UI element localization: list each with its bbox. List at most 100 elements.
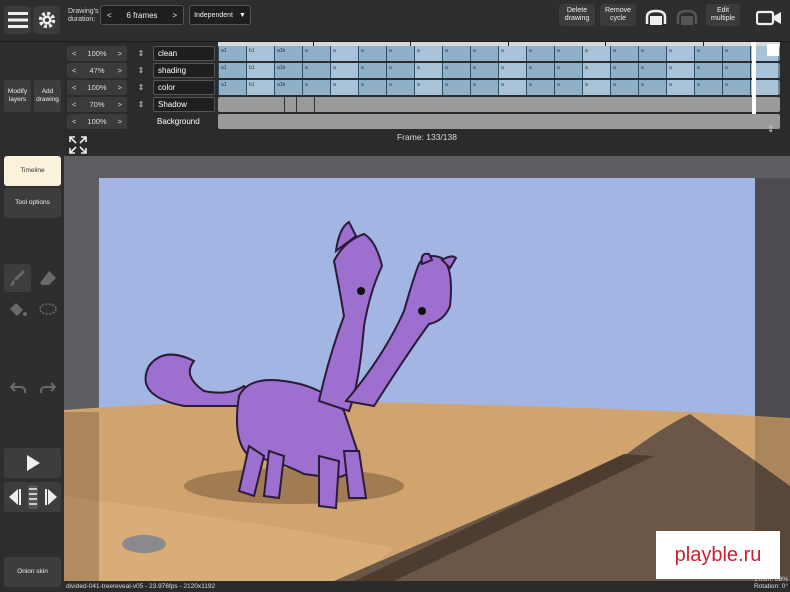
lasso-icon[interactable] [34,296,61,324]
paint-bucket-icon[interactable] [4,296,31,324]
duration-prev-button[interactable]: < [107,11,112,20]
timeline-cell[interactable]: a [582,63,610,78]
timeline-cell[interactable]: b1 [246,46,274,61]
opacity-inc-button[interactable]: > [118,49,122,58]
layer-track[interactable] [218,114,780,129]
timeline-cell[interactable]: a [470,63,498,78]
timeline-cell[interactable]: a [554,63,582,78]
timeline-cell[interactable]: a [414,80,442,95]
opacity-stepper[interactable]: <70% > [67,97,127,112]
timeline-cell[interactable]: a1 [218,63,246,78]
brush-icon[interactable] [4,264,31,292]
layer-row-shadow[interactable]: <70% > ⇕ Shadow [64,97,790,113]
onion-skin-button[interactable]: Onion skin [4,557,61,587]
timeline-cell[interactable]: a [386,63,414,78]
timeline-cell[interactable]: a [554,46,582,61]
timeline-cell[interactable]: a [582,46,610,61]
timeline-cell[interactable]: a [666,63,694,78]
layer-row-color[interactable]: <100%> ⇕ color a1b1a1baaaaaaaaaaaaaaaaa [64,80,790,96]
timeline-cell[interactable]: a [302,80,330,95]
timeline-cell[interactable]: a [610,46,638,61]
timeline-cell[interactable]: a [358,63,386,78]
timeline-cell[interactable]: b1 [246,63,274,78]
opacity-dec-button[interactable]: < [72,117,76,126]
timeline-cell[interactable]: a1b [274,46,302,61]
timeline-cell[interactable]: a [526,63,554,78]
timeline-cell[interactable]: a [610,63,638,78]
timeline-cell[interactable]: a [722,46,750,61]
timeline-cell[interactable]: a [638,80,666,95]
playhead[interactable] [752,42,756,114]
opacity-inc-button[interactable]: > [118,117,122,126]
onion-toggle-icon[interactable] [642,4,669,32]
timeline-cell[interactable]: a [526,46,554,61]
timeline-cell[interactable]: a [442,80,470,95]
layer-track[interactable]: a1b1a1baaaaaaaaaaaaaaaaa [218,63,780,78]
timeline-button[interactable]: Timeline [4,156,61,186]
redo-icon[interactable] [34,374,61,402]
timeline-cell[interactable]: a1b [274,80,302,95]
timeline-cell[interactable]: a [666,46,694,61]
timeline-cell[interactable]: a [330,63,358,78]
add-drawing-button[interactable]: Add drawing [34,80,61,112]
timeline-cell[interactable]: a [498,63,526,78]
timeline-cell[interactable]: a [694,63,722,78]
timeline-cell[interactable]: a [498,46,526,61]
duration-next-button[interactable]: > [172,11,177,20]
frame-scrubber[interactable] [4,482,61,512]
opacity-dec-button[interactable]: < [72,49,76,58]
timeline-cell[interactable]: a [330,46,358,61]
timeline-cell[interactable]: a [498,80,526,95]
modify-layers-button[interactable]: Modify layers [4,80,31,112]
timeline-cell[interactable]: a [414,63,442,78]
timeline-cell[interactable]: a [554,80,582,95]
edit-multiple-button[interactable]: Edit multiple [706,4,740,26]
layer-name[interactable]: Background [153,114,215,129]
timeline-cell[interactable]: a [470,46,498,61]
timeline-cell[interactable]: a1 [218,46,246,61]
timeline-cell[interactable]: a [386,46,414,61]
timeline-cell[interactable]: a1 [218,80,246,95]
timeline-cell[interactable]: a [666,80,694,95]
menu-icon[interactable] [4,6,31,34]
timeline-cell[interactable]: a [638,63,666,78]
remove-cycle-button[interactable]: Remove cycle [600,4,636,26]
timeline-cell[interactable]: a [330,80,358,95]
layer-reorder-icon[interactable]: ⇕ [134,97,148,112]
opacity-stepper[interactable]: <100% > [67,46,127,61]
layer-reorder-icon[interactable]: ⇕ [134,80,148,95]
timeline-cell[interactable]: a [694,80,722,95]
opacity-dec-button[interactable]: < [72,66,76,75]
timeline-cell[interactable]: a [722,63,750,78]
layer-track[interactable]: a1b1a1baaaaaaaaaaaaaaaaa [218,80,780,95]
timeline-cell[interactable]: a [442,46,470,61]
opacity-inc-button[interactable]: > [118,100,122,109]
duration-stepper[interactable]: < 6 frames > [100,5,184,25]
timeline-cell[interactable]: a [414,46,442,61]
eraser-icon[interactable] [34,264,61,292]
timeline-cell[interactable]: a [526,80,554,95]
layer-track[interactable] [218,97,780,112]
timeline-cell[interactable]: b1 [246,80,274,95]
timeline-cell[interactable]: a [470,80,498,95]
layer-row-shading[interactable]: <47%> ⇕ shading a1b1a1baaaaaaaaaaaaaaaaa [64,63,790,79]
timeline-cell[interactable]: a [610,80,638,95]
opacity-inc-button[interactable]: > [118,83,122,92]
layer-name[interactable]: clean [153,46,215,61]
opacity-dec-button[interactable]: < [72,100,76,109]
tool-options-button[interactable]: Tool options [4,188,61,218]
drawing-canvas[interactable] [64,156,790,581]
layer-track[interactable]: a1b1a1baaaaaaaaaaaaaaaaa [218,46,780,61]
timeline-cell[interactable]: a [386,80,414,95]
delete-drawing-button[interactable]: Delete drawing [559,4,595,26]
collapse-layers-icon[interactable]: ⇕ [767,124,775,135]
layer-reorder-icon[interactable]: ⇕ [134,46,148,61]
sync-mode-dropdown[interactable]: Independent ▼ [189,5,251,25]
timeline-cell[interactable]: a [694,46,722,61]
timeline-cell[interactable]: a [358,46,386,61]
layer-row-background[interactable]: <100% > Background [64,114,790,130]
opacity-dec-button[interactable]: < [72,83,76,92]
undo-icon[interactable] [4,374,31,402]
timeline-cell[interactable]: a1b [274,63,302,78]
timeline-end-marker[interactable] [767,44,779,56]
